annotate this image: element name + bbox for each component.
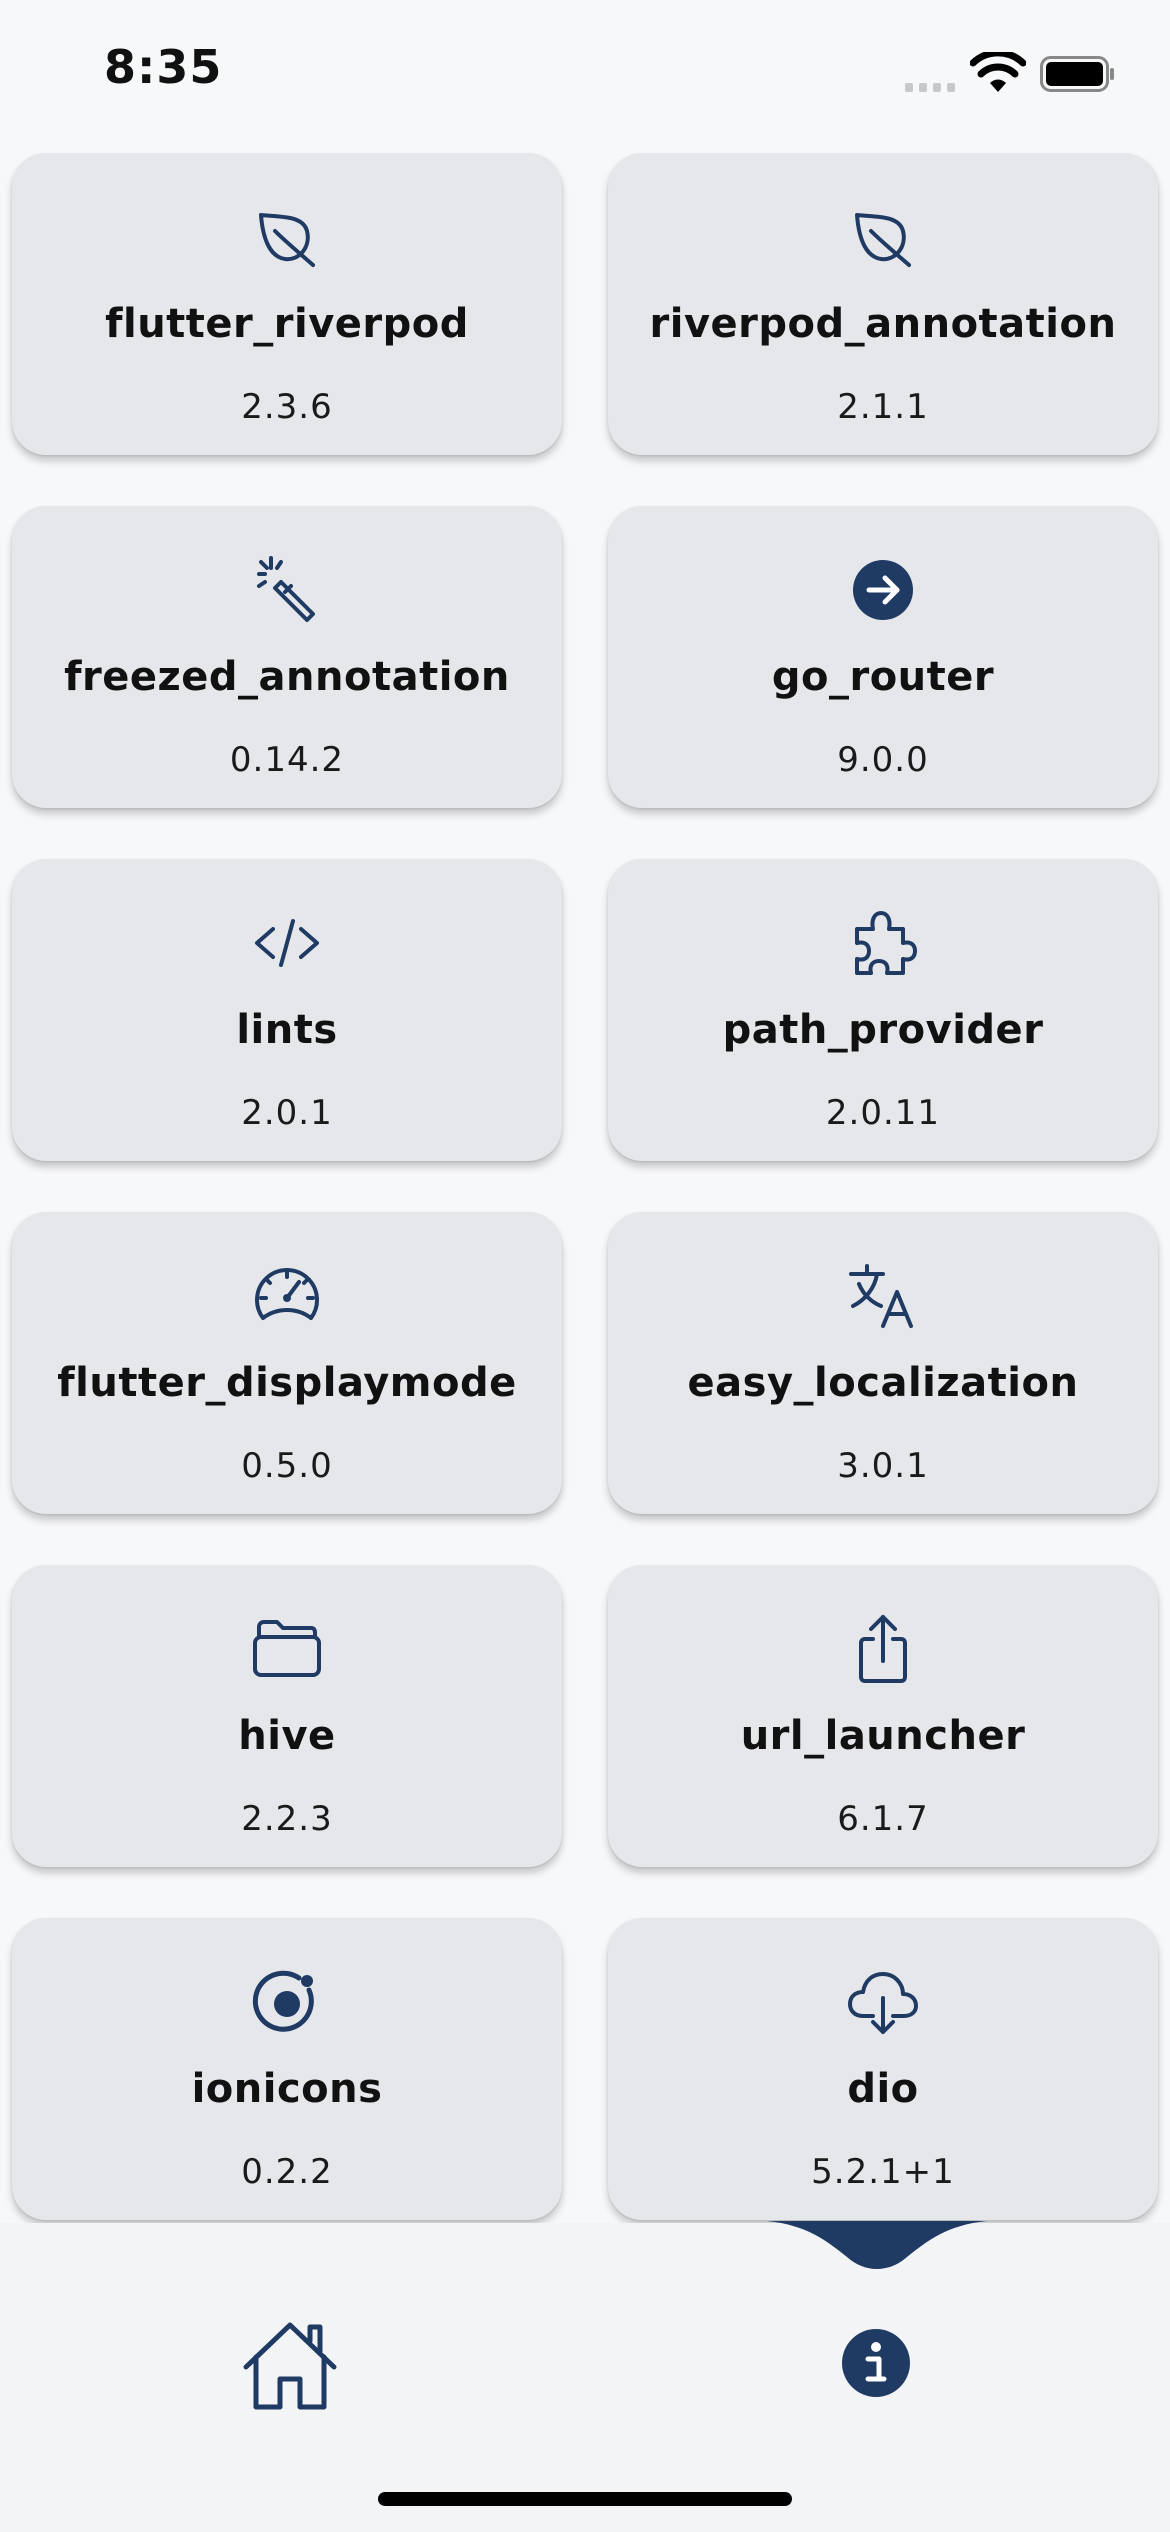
package-version: 0.2.2 (241, 2152, 333, 2192)
package-version: 2.1.1 (837, 387, 929, 427)
active-tab-indicator (767, 2221, 987, 2269)
magic-wand-icon (251, 554, 323, 626)
bottom-navigation-bar (0, 2221, 1170, 2532)
info-tab[interactable] (840, 2327, 912, 2399)
package-name: go_router (771, 654, 995, 700)
code-slash-icon (251, 907, 323, 979)
package-version: 6.1.7 (837, 1799, 929, 1839)
package-version: 2.2.3 (241, 1799, 333, 1839)
package-card[interactable]: hive 2.2.3 (12, 1565, 562, 1867)
package-card[interactable]: dio 5.2.1+1 (608, 1918, 1158, 2220)
package-version: 2.3.6 (241, 387, 333, 427)
leaf-icon (251, 201, 323, 273)
package-name: hive (238, 1713, 336, 1759)
package-name: flutter_riverpod (105, 301, 469, 347)
package-card[interactable]: flutter_displaymode 0.5.0 (12, 1212, 562, 1514)
speedometer-icon (251, 1260, 323, 1332)
package-card[interactable]: go_router 9.0.0 (608, 506, 1158, 808)
package-version: 0.14.2 (229, 740, 345, 780)
package-version: 3.0.1 (837, 1446, 929, 1486)
package-version: 5.2.1+1 (811, 2152, 955, 2192)
package-card[interactable]: url_launcher 6.1.7 (608, 1565, 1158, 1867)
package-name: dio (847, 2066, 919, 2112)
package-card[interactable]: flutter_riverpod 2.3.6 (12, 153, 562, 455)
package-card[interactable]: ionicons 0.2.2 (12, 1918, 562, 2220)
package-version: 2.0.11 (825, 1093, 941, 1133)
package-name: riverpod_annotation (649, 301, 1117, 347)
package-version: 2.0.1 (241, 1093, 333, 1133)
package-card[interactable]: riverpod_annotation 2.1.1 (608, 153, 1158, 455)
home-indicator[interactable] (378, 2492, 792, 2506)
package-version: 9.0.0 (837, 740, 929, 780)
package-name: easy_localization (687, 1360, 1079, 1406)
share-icon (847, 1613, 919, 1685)
package-version: 0.5.0 (241, 1446, 333, 1486)
puzzle-icon (847, 907, 919, 979)
ionic-logo-icon (251, 1966, 323, 2038)
package-card[interactable]: freezed_annotation 0.14.2 (12, 506, 562, 808)
package-card[interactable]: lints 2.0.1 (12, 859, 562, 1161)
package-name: lints (236, 1007, 338, 1053)
package-grid: flutter_riverpod 2.3.6 riverpod_annotati… (0, 0, 1170, 2223)
folder-open-icon (251, 1613, 323, 1685)
package-name: ionicons (191, 2066, 383, 2112)
package-name: freezed_annotation (64, 654, 510, 700)
leaf-icon (847, 201, 919, 273)
info-icon (842, 2329, 910, 2397)
home-icon (243, 2322, 337, 2410)
translate-icon (847, 1260, 919, 1332)
arrow-forward-circle-icon (847, 554, 919, 626)
package-card[interactable]: easy_localization 3.0.1 (608, 1212, 1158, 1514)
package-name: flutter_displaymode (57, 1360, 517, 1406)
home-tab[interactable] (240, 2317, 340, 2417)
package-name: url_launcher (740, 1713, 1026, 1759)
package-name: path_provider (722, 1007, 1044, 1053)
cloud-download-icon (847, 1966, 919, 2038)
package-card[interactable]: path_provider 2.0.11 (608, 859, 1158, 1161)
